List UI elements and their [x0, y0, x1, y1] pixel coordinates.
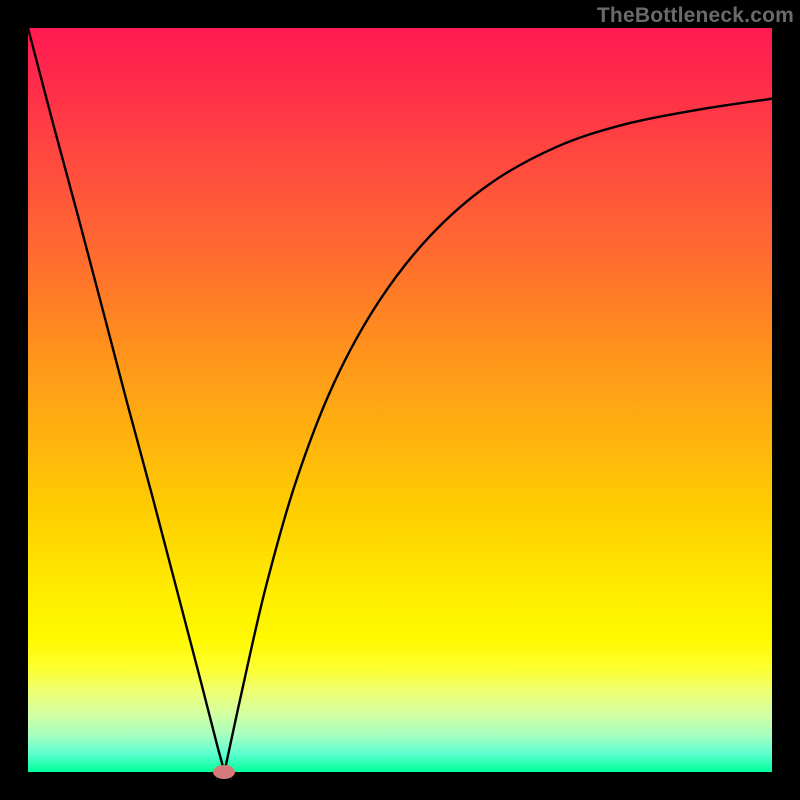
watermark-text: TheBottleneck.com — [597, 4, 794, 28]
curve-left-segment — [28, 28, 224, 772]
bottleneck-curve — [28, 28, 772, 772]
curve-right-segment — [224, 99, 772, 772]
minimum-marker — [213, 765, 235, 779]
plot-area — [28, 28, 772, 772]
